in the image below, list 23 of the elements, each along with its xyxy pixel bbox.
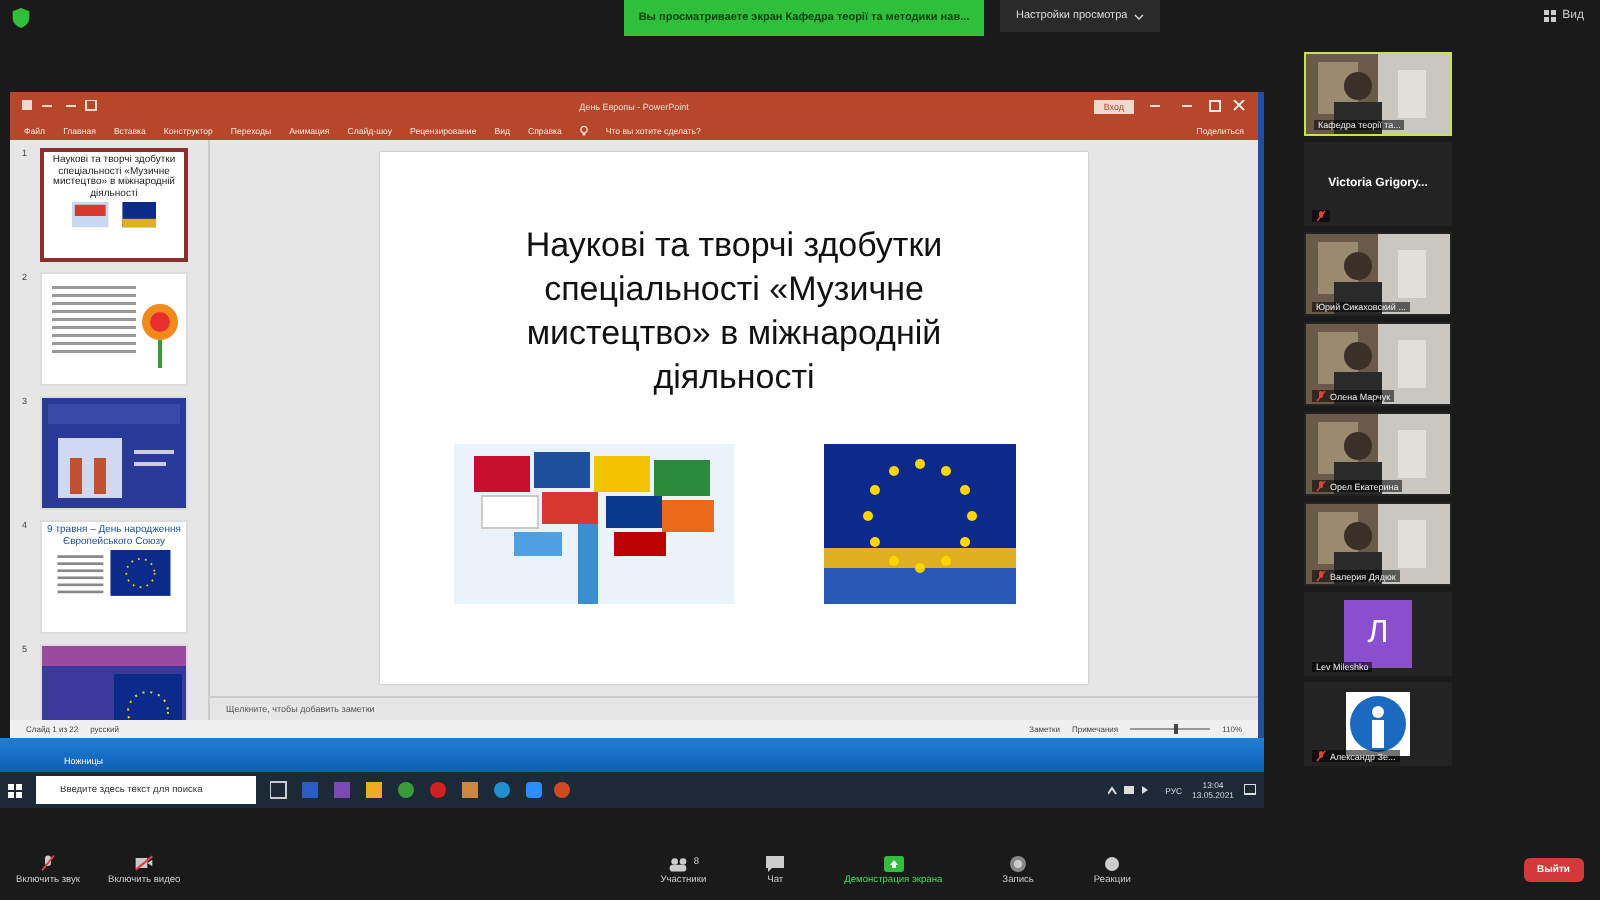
windows-start-icon[interactable] [8,783,22,797]
muted-microphone-icon [1316,210,1326,222]
muted-microphone-icon [1316,480,1326,492]
record-icon [1010,855,1027,871]
muted-microphone-icon [1316,750,1326,762]
window-controls-icon[interactable] [1146,100,1246,112]
notification-icon[interactable] [1244,784,1256,796]
muted-microphone-icon [1316,570,1326,582]
slide-title: Наукові та творчі здобутки спеціальності «Музичне мистецтво» в міжнародній діяльності [523,224,945,401]
muted-microphone-icon [1316,390,1326,402]
shield-icon [12,8,30,28]
muted-microphone-icon [40,854,56,872]
taskbar-apps-icon[interactable] [270,780,570,800]
quick-access-icons [22,100,102,112]
chevron-down-icon [1133,13,1144,19]
slide-thumbnail[interactable] [40,272,188,386]
chat-bubble-icon [766,855,785,871]
people-icon [667,855,688,871]
slide-thumbnail[interactable] [40,396,188,510]
share-screen-icon [883,855,904,871]
lightbulb-icon [579,125,588,135]
camera-off-icon [134,854,155,872]
zoom-slider-thumb[interactable] [1174,724,1179,734]
